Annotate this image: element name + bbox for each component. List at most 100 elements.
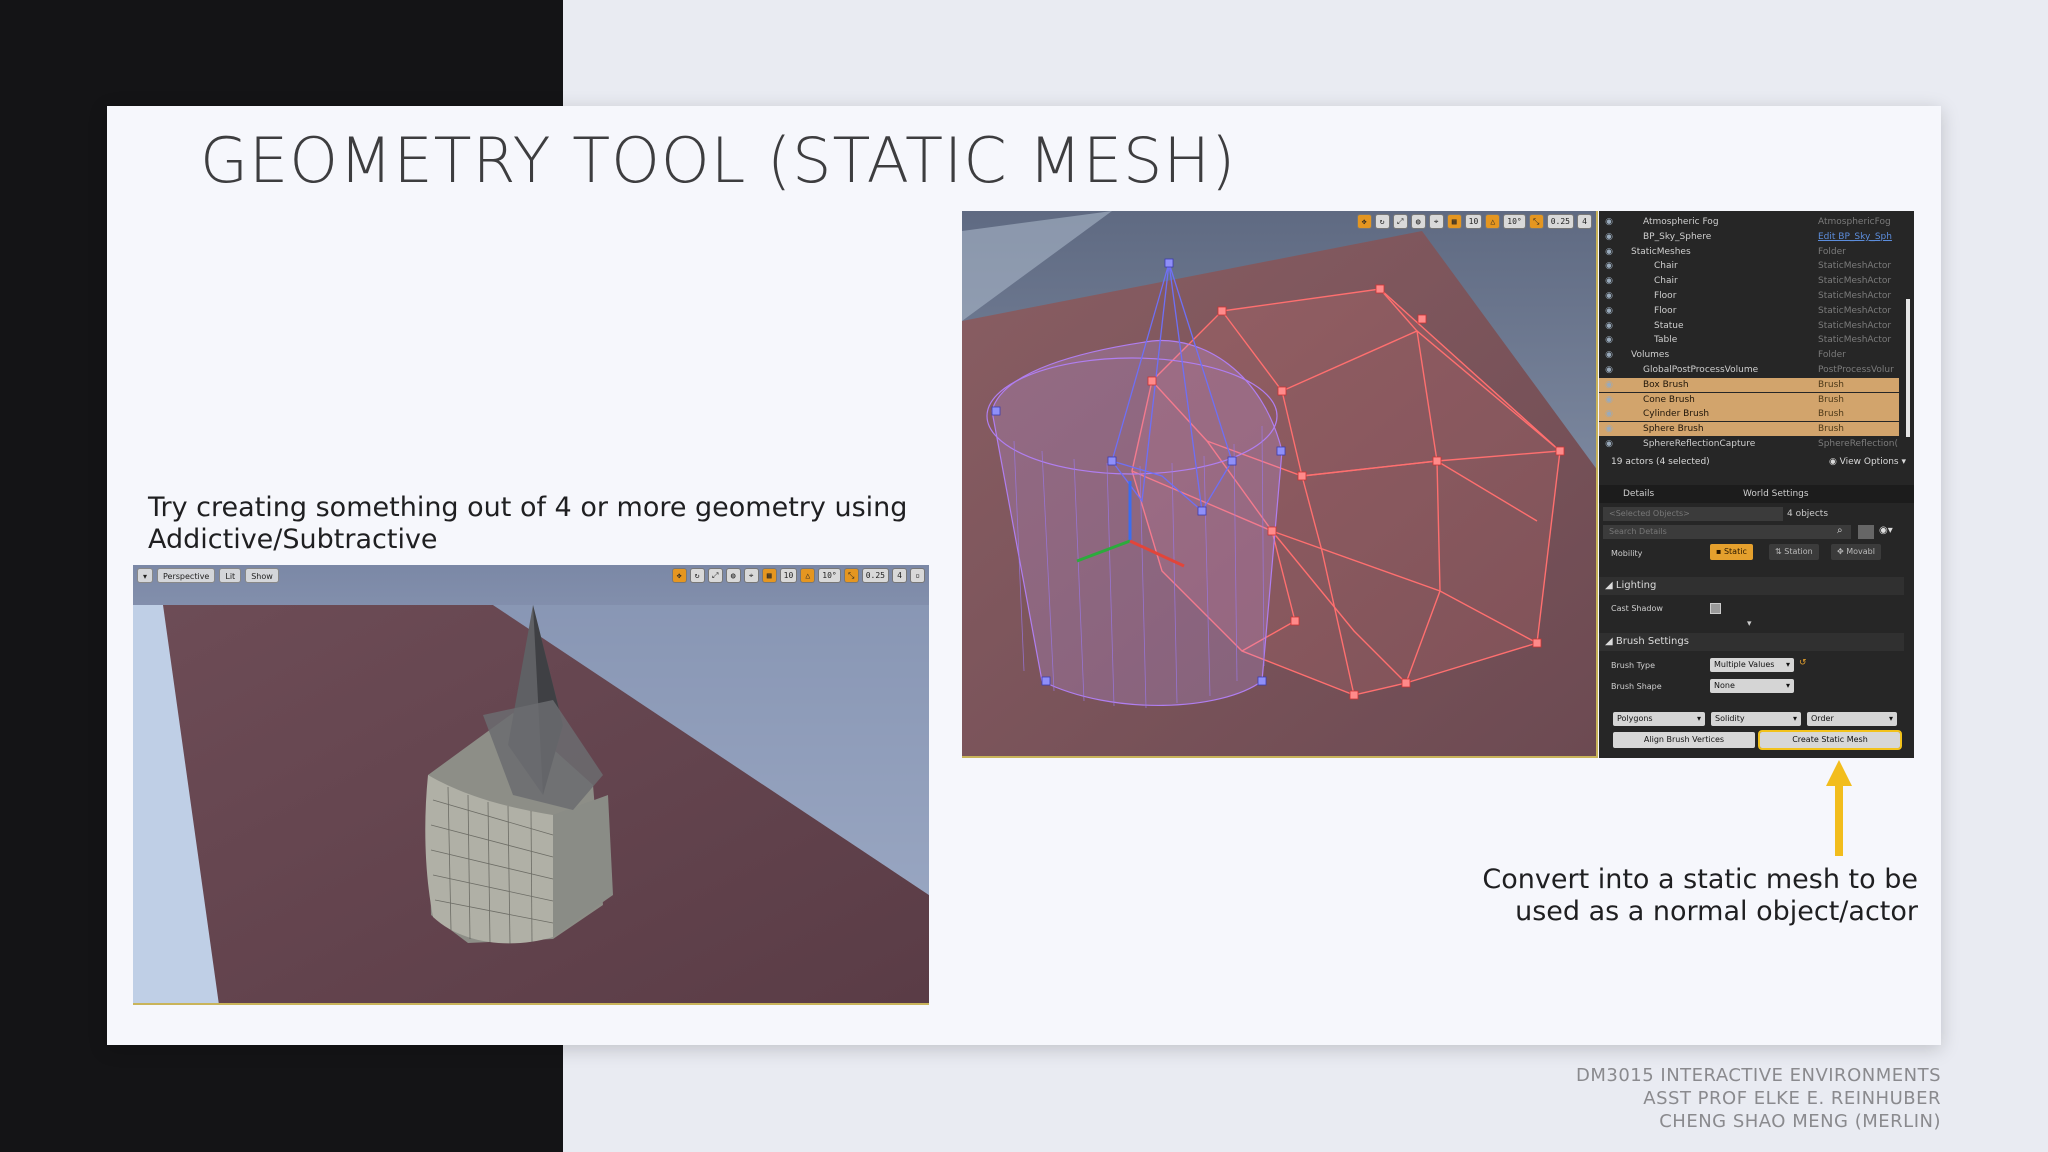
outliner-row[interactable]: ◉ Cylinder Brush Brush: [1599, 407, 1899, 422]
visibility-eye-icon[interactable]: ◉: [1599, 230, 1619, 244]
scale-tool-icon[interactable]: ⤢: [707, 568, 723, 583]
grid-snap-value[interactable]: 10: [1464, 214, 1483, 229]
outliner-scrollbar[interactable]: [1906, 299, 1910, 437]
visibility-eye-icon[interactable]: ◉: [1599, 245, 1619, 259]
conversion-caption: Convert into a static mesh to be used as…: [1482, 864, 1918, 928]
rotation-snap-icon[interactable]: △: [1485, 214, 1501, 229]
objects-count: 4 objects: [1787, 509, 1829, 519]
outliner-row[interactable]: ◉ SphereReflectionCapture SphereReflection…: [1599, 437, 1899, 451]
cast-shadow-checkbox[interactable]: [1710, 603, 1721, 614]
outliner-row[interactable]: ◉ Floor StaticMeshActor: [1599, 289, 1899, 303]
translate-tool-icon[interactable]: ✥: [671, 568, 687, 583]
scale-tool-icon[interactable]: ⤢: [1392, 214, 1408, 229]
visibility-eye-icon[interactable]: ◉: [1599, 437, 1619, 451]
grid-snap-icon[interactable]: ▦: [761, 568, 777, 583]
outliner-row-type[interactable]: Edit BP_Sky_Sph: [1818, 230, 1892, 244]
footer-professor: ASST PROF ELKE E. REINHUBER: [1643, 1088, 1941, 1109]
rotation-snap-icon[interactable]: △: [800, 568, 816, 583]
viewport-screenshot-brushes: ✥ ↻ ⤢ ◍ ⌖ ▦ 10 △ 10° ⤡ 0.25 4: [962, 211, 1598, 758]
translate-tool-icon[interactable]: ✥: [1356, 214, 1372, 229]
visibility-eye-icon[interactable]: ◉: [1599, 363, 1619, 377]
reset-arrow-icon[interactable]: ↺: [1799, 658, 1807, 668]
slide-footer: DM3015 INTERACTIVE ENVIRONMENTS ASST PRO…: [1576, 1064, 1941, 1133]
rotate-tool-icon[interactable]: ↻: [689, 568, 705, 583]
expand-chevron-icon[interactable]: ▾: [1747, 619, 1752, 629]
mobility-movable-label: Movabl: [1846, 547, 1875, 556]
brush-type-dropdown[interactable]: Multiple Values: [1710, 658, 1794, 672]
surface-snap-icon[interactable]: ⌖: [743, 568, 759, 583]
scale-snap-value[interactable]: 0.25: [1546, 214, 1574, 229]
grid-view-icon[interactable]: [1858, 525, 1874, 539]
grid-snap-icon[interactable]: ▦: [1446, 214, 1462, 229]
visibility-eye-icon[interactable]: ◉: [1599, 393, 1619, 407]
camera-speed-value[interactable]: 4: [1577, 214, 1592, 229]
outliner-row[interactable]: ◉ Volumes Folder: [1599, 348, 1899, 362]
visibility-eye-icon[interactable]: ◉: [1599, 289, 1619, 303]
visibility-eye-icon[interactable]: ◉: [1599, 378, 1619, 392]
lit-button[interactable]: Lit: [219, 567, 242, 583]
visibility-eye-icon[interactable]: ◉: [1599, 259, 1619, 273]
lighting-section[interactable]: ◢ Lighting: [1599, 577, 1904, 595]
grid-snap-value[interactable]: 10: [779, 568, 798, 583]
outliner-row[interactable]: ◉ Statue StaticMeshActor: [1599, 319, 1899, 333]
outliner-row[interactable]: ◉ Floor StaticMeshActor: [1599, 304, 1899, 318]
brush-shape-dropdown[interactable]: None: [1710, 679, 1794, 693]
world-local-icon[interactable]: ◍: [1410, 214, 1426, 229]
perspective-button[interactable]: Perspective: [157, 567, 216, 583]
outliner-row-type: Brush: [1818, 394, 1844, 405]
camera-speed-value[interactable]: 4: [892, 568, 907, 583]
rotation-snap-value[interactable]: 10°: [818, 568, 841, 583]
scale-snap-icon[interactable]: ⤡: [1528, 214, 1544, 229]
rotate-tool-icon[interactable]: ↻: [1374, 214, 1390, 229]
world-local-icon[interactable]: ◍: [725, 568, 741, 583]
visibility-eye-icon[interactable]: ◉: [1599, 274, 1619, 288]
outliner-row[interactable]: ◉ BP_Sky_Sphere Edit BP_Sky_Sph: [1599, 230, 1899, 244]
outliner-row[interactable]: ◉ Chair StaticMeshActor: [1599, 259, 1899, 273]
footer-course: DM3015 INTERACTIVE ENVIRONMENTS: [1575, 1065, 1941, 1086]
outliner-row[interactable]: ◉ Cone Brush Brush: [1599, 392, 1899, 407]
cast-shadow-label: Cast Shadow: [1611, 604, 1663, 613]
outliner-row-type: StaticMeshActor: [1818, 320, 1892, 331]
outliner-row[interactable]: ◉ Sphere Brush Brush: [1599, 422, 1899, 437]
outliner-row-name: Floor: [1654, 291, 1677, 301]
polygons-dropdown[interactable]: Polygons: [1613, 712, 1705, 726]
eye-icon[interactable]: ◉▾: [1879, 525, 1893, 536]
visibility-eye-icon[interactable]: ◉: [1599, 348, 1619, 362]
maximize-icon[interactable]: ▫: [910, 568, 925, 583]
tab-world-settings[interactable]: World Settings: [1719, 485, 1809, 503]
visibility-eye-icon[interactable]: ◉: [1599, 407, 1619, 421]
surface-snap-icon[interactable]: ⌖: [1428, 214, 1444, 229]
show-button[interactable]: Show: [245, 567, 279, 583]
selected-objects-field[interactable]: <Selected Objects>: [1603, 507, 1783, 521]
visibility-eye-icon[interactable]: ◉: [1599, 304, 1619, 318]
outliner-row[interactable]: ◉ Table StaticMeshActor: [1599, 333, 1899, 347]
viewport-menu-button[interactable]: ▾: [137, 567, 154, 583]
align-brush-vertices-button[interactable]: Align Brush Vertices: [1613, 732, 1755, 748]
scale-snap-icon[interactable]: ⤡: [843, 568, 859, 583]
solidity-dropdown[interactable]: Solidity: [1711, 712, 1801, 726]
visibility-eye-icon[interactable]: ◉: [1599, 422, 1619, 436]
mobility-static-button[interactable]: ▪ Static: [1710, 544, 1753, 560]
visibility-eye-icon[interactable]: ◉: [1599, 215, 1619, 229]
tab-details[interactable]: Details: [1599, 485, 1654, 503]
outliner-row[interactable]: ◉ GlobalPostProcessVolume PostProcessVolur: [1599, 363, 1899, 377]
outliner-row-type: StaticMeshActor: [1818, 305, 1892, 316]
brush-settings-section[interactable]: ◢ Brush Settings: [1599, 633, 1904, 651]
search-icon[interactable]: ⌕: [1837, 525, 1843, 536]
search-details-input[interactable]: Search Details: [1603, 525, 1851, 539]
mobility-movable-button[interactable]: ✥ Movabl: [1831, 544, 1881, 560]
visibility-eye-icon[interactable]: ◉: [1599, 333, 1619, 347]
order-dropdown[interactable]: Order: [1807, 712, 1897, 726]
outliner-row[interactable]: ◉ Chair StaticMeshActor: [1599, 274, 1899, 288]
outliner-row[interactable]: ◉ Atmospheric Fog AtmosphericFog: [1599, 215, 1899, 229]
outliner-row[interactable]: ◉ StaticMeshes Folder: [1599, 245, 1899, 259]
visibility-eye-icon[interactable]: ◉: [1599, 319, 1619, 333]
pointer-arrow-shaft: [1835, 782, 1843, 856]
scale-snap-value[interactable]: 0.25: [861, 568, 889, 583]
rotation-snap-value[interactable]: 10°: [1503, 214, 1526, 229]
outliner-row[interactable]: ◉ Box Brush Brush: [1599, 377, 1899, 392]
viewport-scene: [133, 565, 929, 1003]
create-static-mesh-button[interactable]: Create Static Mesh: [1758, 730, 1902, 750]
mobility-stationary-button[interactable]: ⇅ Station: [1769, 544, 1819, 560]
view-options-button[interactable]: ◉ View Options ▾: [1829, 457, 1906, 467]
